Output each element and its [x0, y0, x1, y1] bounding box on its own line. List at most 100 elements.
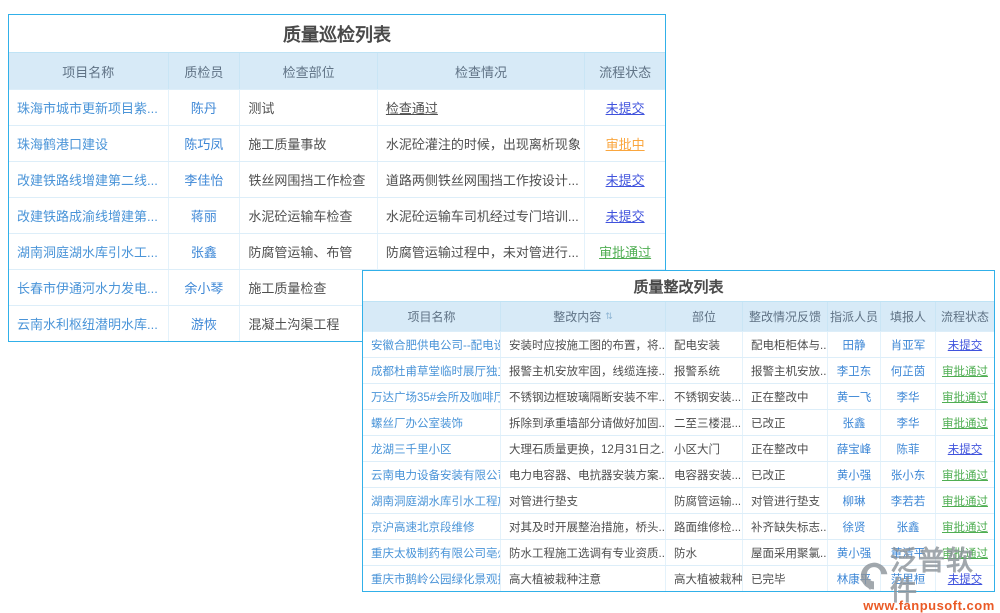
project-name-link[interactable]: 重庆太极制药有限公司亳州中... [363, 540, 501, 565]
part-text: 小区大门 [666, 436, 743, 461]
assignee-name[interactable]: 徐贤 [828, 514, 881, 539]
check-situation-text: 道路两侧铁丝网围挡工作按设计... [378, 162, 585, 197]
rectify-content-text: 对管进行垫支 [501, 488, 666, 513]
column-header-label: 项目名称 [62, 62, 114, 81]
project-name-link[interactable]: 长春市伊通河水力发电... [9, 270, 169, 305]
inspector-name[interactable]: 蒋丽 [169, 198, 241, 233]
feedback-text: 正在整改中 [743, 384, 828, 409]
rectify-table-row: 龙湖三千里小区大理石质量更换，12月31日之...小区大门正在整改中薛宝峰陈菲未… [363, 435, 994, 461]
reporter-name[interactable]: 张鑫 [881, 514, 936, 539]
inspector-name[interactable]: 陈丹 [169, 90, 241, 125]
status-link[interactable]: 未提交 [936, 332, 994, 357]
reporter-name[interactable]: 陈菲 [881, 436, 936, 461]
part-text: 报警系统 [666, 358, 743, 383]
feedback-text: 正在整改中 [743, 436, 828, 461]
inspector-name[interactable]: 陈巧凤 [169, 126, 241, 161]
part-text: 二至三楼混... [666, 410, 743, 435]
status-link[interactable]: 未提交 [936, 436, 994, 461]
project-name-link[interactable]: 珠海市城市更新项目紫... [9, 90, 169, 125]
status-link[interactable]: 审批通过 [585, 234, 665, 269]
status-link[interactable]: 未提交 [585, 198, 665, 233]
column-header-label: 检查部位 [283, 62, 335, 81]
status-link[interactable]: 审批通过 [936, 462, 994, 487]
assignee-name[interactable]: 柳琳 [828, 488, 881, 513]
status-link[interactable]: 未提交 [936, 566, 994, 591]
inspector-name[interactable]: 余小琴 [169, 270, 241, 305]
project-name-link[interactable]: 湖南洞庭湖水库引水工... [9, 234, 169, 269]
assignee-name[interactable]: 李卫东 [828, 358, 881, 383]
check-part-text: 水泥砼运输车检查 [240, 198, 378, 233]
rectify-table-header: 项目名称整改内容⇅部位整改情况反馈指派人员填报人流程状态 [363, 302, 994, 331]
project-name-link[interactable]: 云南电力设备安装有限公司20... [363, 462, 501, 487]
reporter-name[interactable]: 李华 [881, 384, 936, 409]
project-name-link[interactable]: 龙湖三千里小区 [363, 436, 501, 461]
feedback-text: 对管进行垫支 [743, 488, 828, 513]
feedback-text: 已完毕 [743, 566, 828, 591]
inspection-list-title: 质量巡检列表 [9, 15, 665, 53]
check-part-text: 混凝土沟渠工程 [240, 306, 378, 341]
sort-icon[interactable]: ⇅ [605, 311, 613, 322]
project-name-link[interactable]: 安徽合肥供电公司--配电设备... [363, 332, 501, 357]
part-text: 防腐管运输... [666, 488, 743, 513]
assignee-name[interactable]: 黄小强 [828, 462, 881, 487]
reporter-name[interactable]: 张小东 [881, 462, 936, 487]
rectify-table-row: 安徽合肥供电公司--配电设备...安装时应按施工图的布置，将...配电安装配电柜… [363, 331, 994, 357]
column-header-label: 整改内容 [553, 308, 601, 325]
rectify-table-row: 京沪高速北京段维修对其及时开展整治措施，桥头...路面维修检...补齐缺失标志.… [363, 513, 994, 539]
project-name-link[interactable]: 万达广场35#会所及咖啡厅空... [363, 384, 501, 409]
project-name-link[interactable]: 成都杜甫草堂临时展厅独立展... [363, 358, 501, 383]
assignee-name[interactable]: 田静 [828, 332, 881, 357]
reporter-name[interactable]: 肖亚军 [881, 332, 936, 357]
column-header-0: 项目名称 [9, 53, 169, 89]
rectify-table-row: 重庆市鹅岭公园绿化景观提升...高大植被栽种注意高大植被栽种已完毕林康平范里桓未… [363, 565, 994, 591]
assignee-name[interactable]: 张鑫 [828, 410, 881, 435]
project-name-link[interactable]: 珠海鹤港口建设 [9, 126, 169, 161]
project-name-link[interactable]: 改建铁路成渝线增建第... [9, 198, 169, 233]
rectify-table-row: 成都杜甫草堂临时展厅独立展...报警主机安放牢固，线缆连接...报警系统报警主机… [363, 357, 994, 383]
column-header-1[interactable]: 整改内容 ⇅ [501, 302, 666, 331]
part-text: 电容器安装... [666, 462, 743, 487]
inspector-name[interactable]: 张鑫 [169, 234, 241, 269]
status-link[interactable]: 未提交 [585, 90, 665, 125]
feedback-text: 报警主机安放... [743, 358, 828, 383]
status-link[interactable]: 未提交 [585, 162, 665, 197]
project-name-link[interactable]: 京沪高速北京段维修 [363, 514, 501, 539]
reporter-name[interactable]: 何芷茵 [881, 358, 936, 383]
check-part-text: 施工质量事故 [240, 126, 378, 161]
inspector-name[interactable]: 游恢 [169, 306, 241, 341]
project-name-link[interactable]: 湖南洞庭湖水库引水工程施工标 [363, 488, 501, 513]
column-header-label: 流程状态 [941, 308, 989, 325]
inspection-table-header: 项目名称质检员检查部位检查情况流程状态 [9, 53, 665, 89]
assignee-name[interactable]: 黄一飞 [828, 384, 881, 409]
column-header-3: 检查情况 [378, 53, 585, 89]
check-situation-text[interactable]: 检查通过 [378, 90, 585, 125]
feedback-text: 配电柜柜体与... [743, 332, 828, 357]
inspection-table-row: 改建铁路成渝线增建第...蒋丽水泥砼运输车检查水泥砼运输车司机经过专门培训...… [9, 197, 665, 233]
reporter-name[interactable]: 李若若 [881, 488, 936, 513]
assignee-name[interactable]: 薛宝峰 [828, 436, 881, 461]
inspection-table-row: 改建铁路线增建第二线...李佳怡铁丝网围挡工作检查道路两侧铁丝网围挡工作按设计.… [9, 161, 665, 197]
reporter-name[interactable]: 董清平 [881, 540, 936, 565]
status-link[interactable]: 审批通过 [936, 488, 994, 513]
assignee-name[interactable]: 林康平 [828, 566, 881, 591]
status-link[interactable]: 审批通过 [936, 358, 994, 383]
project-name-link[interactable]: 改建铁路线增建第二线... [9, 162, 169, 197]
rectify-content-text: 高大植被栽种注意 [501, 566, 666, 591]
project-name-link[interactable]: 云南水利枢纽潜明水库... [9, 306, 169, 341]
reporter-name[interactable]: 范里桓 [881, 566, 936, 591]
status-link[interactable]: 审批通过 [936, 540, 994, 565]
part-text: 防水 [666, 540, 743, 565]
inspector-name[interactable]: 李佳怡 [169, 162, 241, 197]
reporter-name[interactable]: 李华 [881, 410, 936, 435]
assignee-name[interactable]: 黄小强 [828, 540, 881, 565]
status-link[interactable]: 审批通过 [936, 384, 994, 409]
column-header-0: 项目名称 [363, 302, 501, 331]
status-link[interactable]: 审批中 [585, 126, 665, 161]
rectify-table-row: 云南电力设备安装有限公司20...电力电容器、电抗器安装方案...电容器安装..… [363, 461, 994, 487]
project-name-link[interactable]: 重庆市鹅岭公园绿化景观提升... [363, 566, 501, 591]
project-name-link[interactable]: 螺丝厂办公室装饰 [363, 410, 501, 435]
rectify-list-title: 质量整改列表 [363, 271, 994, 302]
column-header-label: 检查情况 [455, 62, 507, 81]
status-link[interactable]: 审批通过 [936, 514, 994, 539]
status-link[interactable]: 审批通过 [936, 410, 994, 435]
